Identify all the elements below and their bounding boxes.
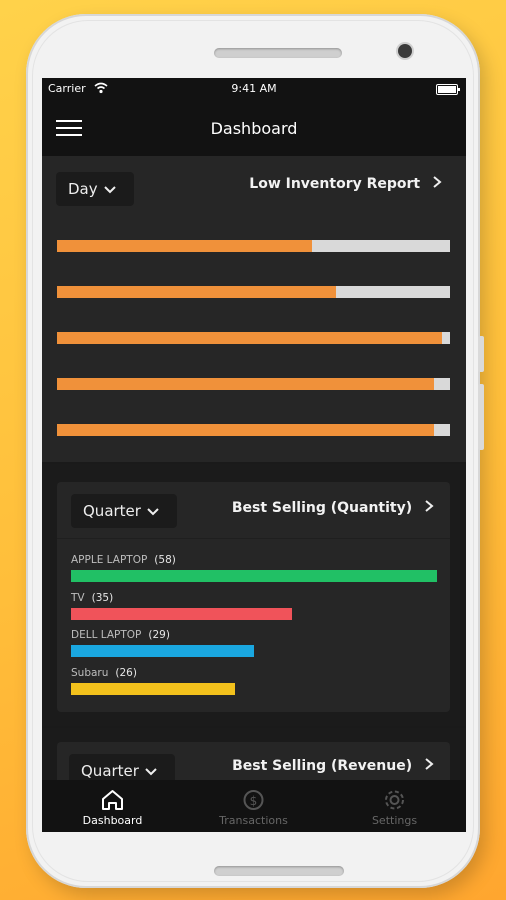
- nav-item-transactions[interactable]: $ Transactions: [183, 780, 324, 832]
- dropdown-label: Day: [68, 180, 98, 198]
- status-time: 9:41 AM: [231, 82, 277, 95]
- period-dropdown-day[interactable]: Day: [56, 172, 134, 206]
- item-count: (58): [154, 554, 176, 566]
- chevron-right-icon: [425, 758, 434, 770]
- inventory-bar-fill: [57, 424, 435, 436]
- inventory-bar-fill: [57, 332, 443, 344]
- item-name: DELL LAPTOP: [71, 629, 142, 641]
- item-count: (26): [115, 666, 137, 679]
- inventory-bar-fill: [57, 240, 313, 252]
- card-divider: [57, 538, 450, 539]
- section-divider: [42, 726, 466, 728]
- status-bar: Carrier 9:41 AM: [42, 78, 466, 100]
- chevron-down-icon: [147, 508, 159, 516]
- dashboard-content[interactable]: Day Low Inventory Report Quarter Best Se…: [42, 156, 466, 802]
- nav-label: Settings: [371, 814, 418, 827]
- best-selling-quantity-card: Quarter Best Selling (Quantity) APPLE LA…: [57, 482, 450, 712]
- best-selling-revenue-link[interactable]: Best Selling (Revenue): [232, 758, 434, 774]
- dropdown-label: Quarter: [83, 502, 141, 520]
- inventory-bar-fill: [57, 286, 337, 298]
- svg-text:$: $: [250, 794, 258, 808]
- nav-label: Transactions: [219, 814, 288, 827]
- chevron-right-icon: [433, 176, 442, 188]
- low-inventory-section: Day Low Inventory Report: [42, 156, 466, 462]
- home-icon: [102, 790, 123, 810]
- bottom-navigation: Dashboard $ Transactions Settings: [42, 780, 466, 832]
- report-title: Best Selling (Revenue): [232, 758, 413, 774]
- battery-icon: [436, 84, 460, 95]
- item-count: (29): [148, 629, 170, 641]
- nav-label: Dashboard: [82, 814, 143, 827]
- best-selling-item-label: TV (35): [71, 592, 113, 604]
- dropdown-label: Quarter: [81, 762, 139, 780]
- period-dropdown-quarter[interactable]: Quarter: [71, 494, 177, 528]
- inventory-bar-track: [57, 424, 450, 436]
- page-title: Dashboard: [210, 119, 298, 138]
- gear-icon: [385, 790, 404, 810]
- app-bar: Dashboard: [42, 100, 466, 156]
- item-name: APPLE LAPTOP: [71, 554, 148, 566]
- chevron-down-icon: [104, 186, 116, 194]
- low-inventory-report-link[interactable]: Low Inventory Report: [249, 176, 442, 192]
- best-selling-bar: [71, 645, 254, 657]
- speaker-grille: [214, 48, 342, 58]
- inventory-bar-fill: [57, 378, 435, 390]
- chevron-right-icon: [425, 500, 434, 512]
- nav-item-dashboard[interactable]: Dashboard: [42, 780, 183, 832]
- dollar-cycle-icon: $: [243, 790, 264, 810]
- best-selling-item-label: DELL LAPTOP (29): [71, 629, 170, 641]
- item-name: TV: [71, 591, 85, 604]
- section-divider: [42, 462, 466, 464]
- front-camera: [398, 44, 412, 58]
- inventory-bar-track: [57, 286, 450, 298]
- best-selling-bar: [71, 570, 437, 582]
- side-button: [478, 336, 484, 372]
- report-title: Low Inventory Report: [249, 176, 421, 192]
- best-selling-item-label: APPLE LAPTOP (58): [71, 554, 176, 566]
- best-selling-quantity-link[interactable]: Best Selling (Quantity): [232, 500, 434, 516]
- side-button: [478, 384, 484, 450]
- best-selling-item-label: Subaru (26): [71, 667, 137, 679]
- nav-item-settings[interactable]: Settings: [324, 780, 465, 832]
- chevron-down-icon: [145, 768, 157, 776]
- inventory-bar-track: [57, 240, 450, 252]
- best-selling-bar: [71, 682, 236, 695]
- item-name: Subaru: [71, 666, 109, 679]
- report-title: Best Selling (Quantity): [231, 500, 413, 516]
- item-count: (35): [91, 591, 114, 604]
- inventory-bar-track: [57, 332, 450, 344]
- inventory-bar-track: [57, 378, 450, 390]
- best-selling-bar: [71, 607, 292, 620]
- app-screen: Carrier 9:41 AM Dashboard Day Low Invent…: [42, 78, 466, 832]
- bottom-bezel-bar: [214, 866, 344, 876]
